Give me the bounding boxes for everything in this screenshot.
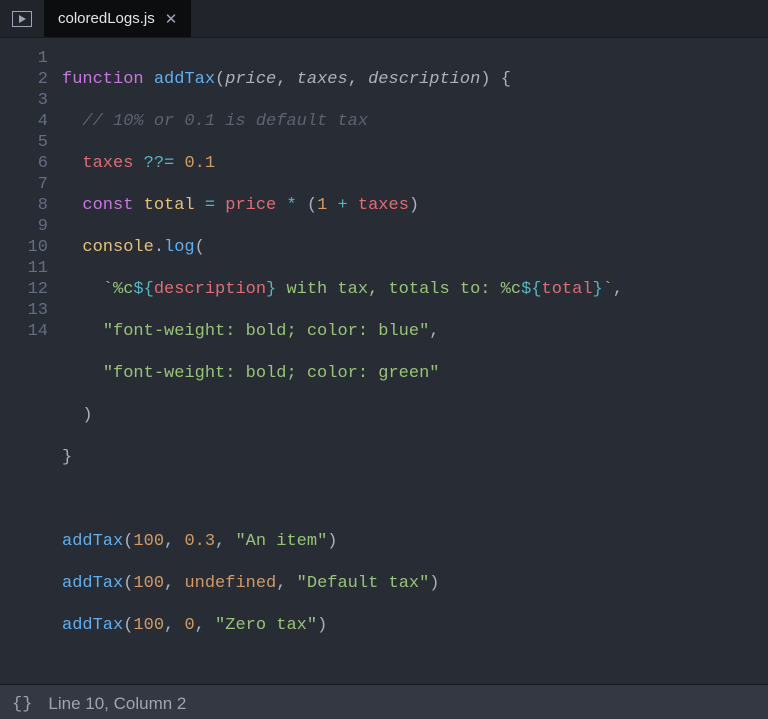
status-bar: {} Line 10, Column 2 bbox=[0, 684, 768, 719]
editor-tabbar: coloredLogs.js ✕ bbox=[0, 0, 768, 38]
run-icon[interactable] bbox=[0, 0, 44, 37]
file-tab[interactable]: coloredLogs.js ✕ bbox=[44, 0, 191, 37]
code-editor[interactable]: 123 456 789 101112 1314 function addTax(… bbox=[0, 38, 768, 684]
code-area[interactable]: function addTax(price, taxes, descriptio… bbox=[62, 48, 768, 678]
file-tab-label: coloredLogs.js bbox=[58, 10, 155, 27]
braces-icon[interactable]: {} bbox=[12, 695, 32, 714]
close-icon[interactable]: ✕ bbox=[165, 10, 178, 28]
cursor-position: Line 10, Column 2 bbox=[48, 694, 186, 714]
line-gutter: 123 456 789 101112 1314 bbox=[0, 48, 62, 678]
